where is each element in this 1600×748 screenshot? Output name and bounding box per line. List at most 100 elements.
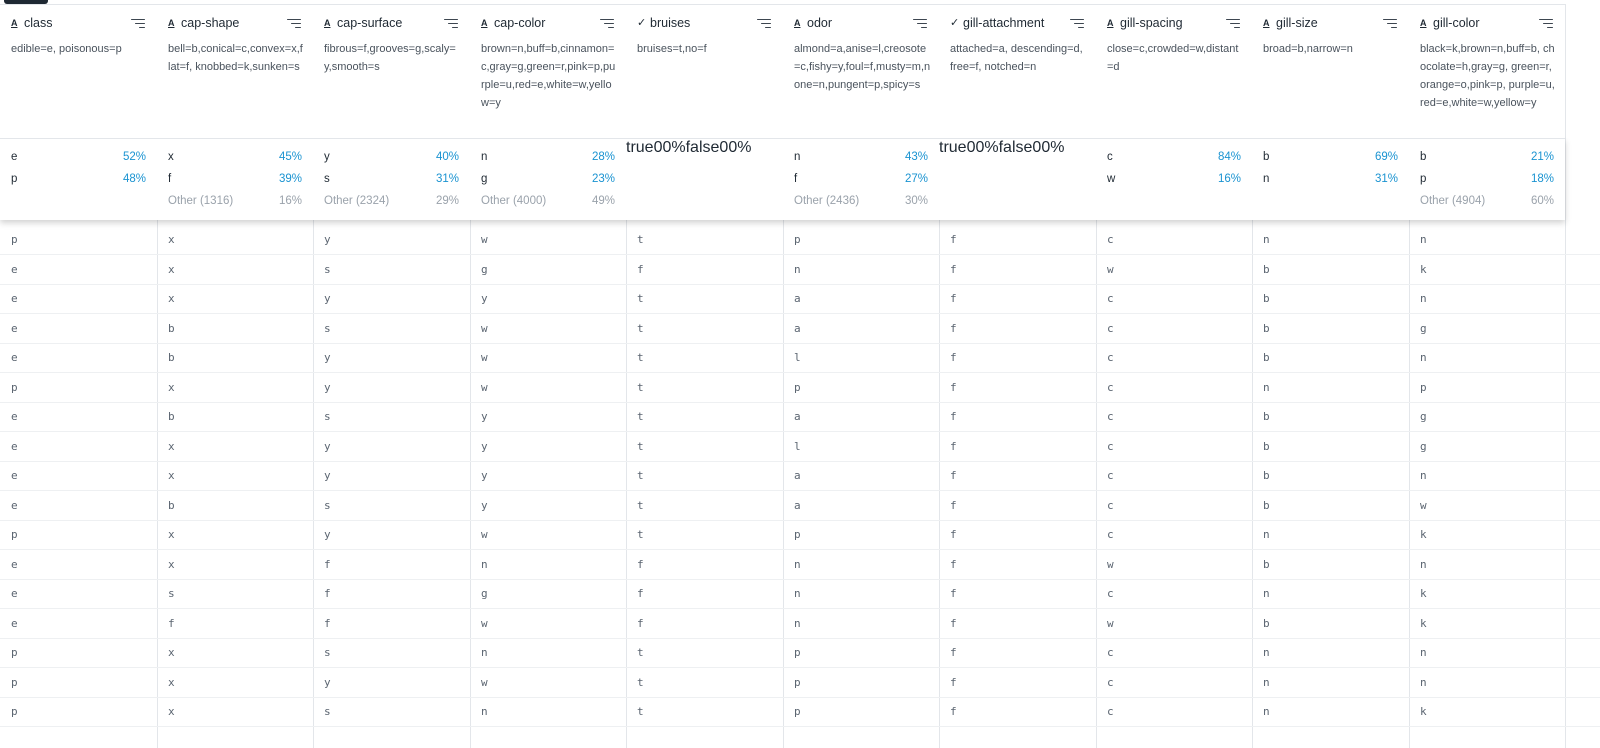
table-cell[interactable]: b (1252, 284, 1409, 313)
table-cell[interactable]: n (1409, 284, 1566, 313)
table-row[interactable]: exyytafcbn (0, 461, 1600, 491)
table-cell[interactable]: y (313, 668, 470, 697)
table-cell[interactable]: t (626, 638, 783, 667)
table-cell[interactable]: c (1096, 697, 1253, 726)
table-cell[interactable]: n (1409, 225, 1566, 254)
table-cell[interactable]: p (0, 373, 157, 402)
table-cell[interactable]: n (470, 550, 627, 579)
table-cell[interactable]: x (157, 432, 314, 461)
table-cell[interactable]: n (1252, 697, 1409, 726)
value-frequency-row[interactable]: p 48% (11, 173, 146, 189)
table-cell[interactable]: n (783, 609, 940, 638)
table-row[interactable]: ebswtafcbg (0, 314, 1600, 344)
table-cell[interactable]: a (783, 284, 940, 313)
table-cell[interactable]: k (1409, 520, 1566, 549)
table-cell[interactable]: s (313, 697, 470, 726)
table-row[interactable]: pxsntpfcnn (0, 638, 1600, 668)
table-cell[interactable]: c (1096, 402, 1253, 431)
table-cell[interactable]: c (1096, 314, 1253, 343)
table-cell[interactable]: w (470, 225, 627, 254)
table-cell[interactable]: c (1096, 432, 1253, 461)
table-cell[interactable]: x (157, 520, 314, 549)
sort-icon[interactable] (1539, 18, 1553, 29)
table-cell[interactable]: x (157, 225, 314, 254)
column-title-row[interactable]: Agill-color (1420, 14, 1553, 32)
table-cell[interactable]: f (939, 609, 1096, 638)
table-cell[interactable]: y (470, 432, 627, 461)
table-cell[interactable]: f (939, 668, 1096, 697)
table-cell[interactable]: c (1096, 225, 1253, 254)
other-values-row[interactable]: Other (2324) 29% (324, 195, 459, 211)
table-cell[interactable]: y (313, 520, 470, 549)
table-cell[interactable]: b (157, 314, 314, 343)
table-cell[interactable]: w (470, 668, 627, 697)
value-frequency-row[interactable]: w 16% (1107, 173, 1241, 189)
column-title-row[interactable]: ✓ gill-attachment (950, 14, 1084, 32)
table-cell[interactable]: f (939, 550, 1096, 579)
table-cell[interactable]: c (1096, 668, 1253, 697)
table-cell[interactable]: e (0, 284, 157, 313)
table-cell[interactable]: e (0, 432, 157, 461)
table-cell[interactable]: n (1409, 668, 1566, 697)
table-cell[interactable]: b (1252, 402, 1409, 431)
other-values-row[interactable]: Other (2436) 30% (794, 195, 928, 211)
value-frequency-row[interactable]: p 18% (1420, 173, 1554, 189)
other-values-row[interactable]: Other (4904) 60% (1420, 195, 1554, 211)
table-row[interactable]: exsgfnfwbk (0, 255, 1600, 285)
table-cell[interactable]: e (0, 402, 157, 431)
table-cell[interactable]: s (313, 255, 470, 284)
table-cell[interactable]: f (626, 550, 783, 579)
value-frequency-row[interactable]: f 39% (168, 173, 302, 189)
table-cell[interactable]: n (1409, 638, 1566, 667)
table-cell[interactable]: c (1096, 520, 1253, 549)
table-cell[interactable]: p (783, 520, 940, 549)
table-cell[interactable]: g (1409, 432, 1566, 461)
table-row[interactable]: effwfnfwbk (0, 609, 1600, 639)
table-cell[interactable]: c (1096, 491, 1253, 520)
table-cell[interactable]: p (783, 697, 940, 726)
table-cell[interactable]: e (0, 461, 157, 490)
table-cell[interactable]: x (157, 461, 314, 490)
table-cell[interactable]: w (470, 343, 627, 372)
sort-icon[interactable] (757, 18, 771, 29)
table-cell[interactable]: l (783, 343, 940, 372)
table-cell[interactable]: s (313, 491, 470, 520)
table-row[interactable]: ebywtlfcbn (0, 343, 1600, 373)
table-cell[interactable]: t (626, 225, 783, 254)
table-cell[interactable]: y (313, 284, 470, 313)
table-cell[interactable]: x (157, 373, 314, 402)
table-cell[interactable]: y (313, 432, 470, 461)
table-cell[interactable]: b (1252, 461, 1409, 490)
table-cell[interactable]: n (1409, 550, 1566, 579)
table-cell[interactable]: a (783, 491, 940, 520)
table-row[interactable]: ebsytafcbw (0, 491, 1600, 521)
sort-icon[interactable] (1070, 18, 1084, 29)
table-cell[interactable]: p (783, 638, 940, 667)
table-cell[interactable]: c (1096, 461, 1253, 490)
table-cell[interactable]: p (0, 520, 157, 549)
table-cell[interactable]: w (470, 520, 627, 549)
column-title-row[interactable]: Aodor (794, 14, 927, 32)
table-cell[interactable]: k (1409, 697, 1566, 726)
column-title-row[interactable]: Agill-size (1263, 14, 1397, 32)
table-cell[interactable]: a (783, 402, 940, 431)
table-cell[interactable]: f (939, 491, 1096, 520)
table-cell[interactable]: f (939, 314, 1096, 343)
table-cell[interactable]: w (470, 314, 627, 343)
table-cell[interactable]: w (470, 373, 627, 402)
table-cell[interactable]: y (470, 284, 627, 313)
column-title-row[interactable]: Agill-spacing (1107, 14, 1240, 32)
table-cell[interactable]: b (1252, 491, 1409, 520)
value-frequency-row[interactable]: n 31% (1263, 173, 1398, 189)
table-cell[interactable]: p (783, 225, 940, 254)
table-cell[interactable]: b (1252, 314, 1409, 343)
table-cell[interactable]: n (1252, 225, 1409, 254)
table-cell[interactable]: f (939, 402, 1096, 431)
table-cell[interactable]: n (1252, 520, 1409, 549)
table-cell[interactable]: t (626, 284, 783, 313)
table-cell[interactable]: t (626, 461, 783, 490)
table-cell[interactable]: k (1409, 609, 1566, 638)
table-cell[interactable]: n (783, 550, 940, 579)
table-cell[interactable]: e (0, 343, 157, 372)
table-cell[interactable]: s (313, 314, 470, 343)
